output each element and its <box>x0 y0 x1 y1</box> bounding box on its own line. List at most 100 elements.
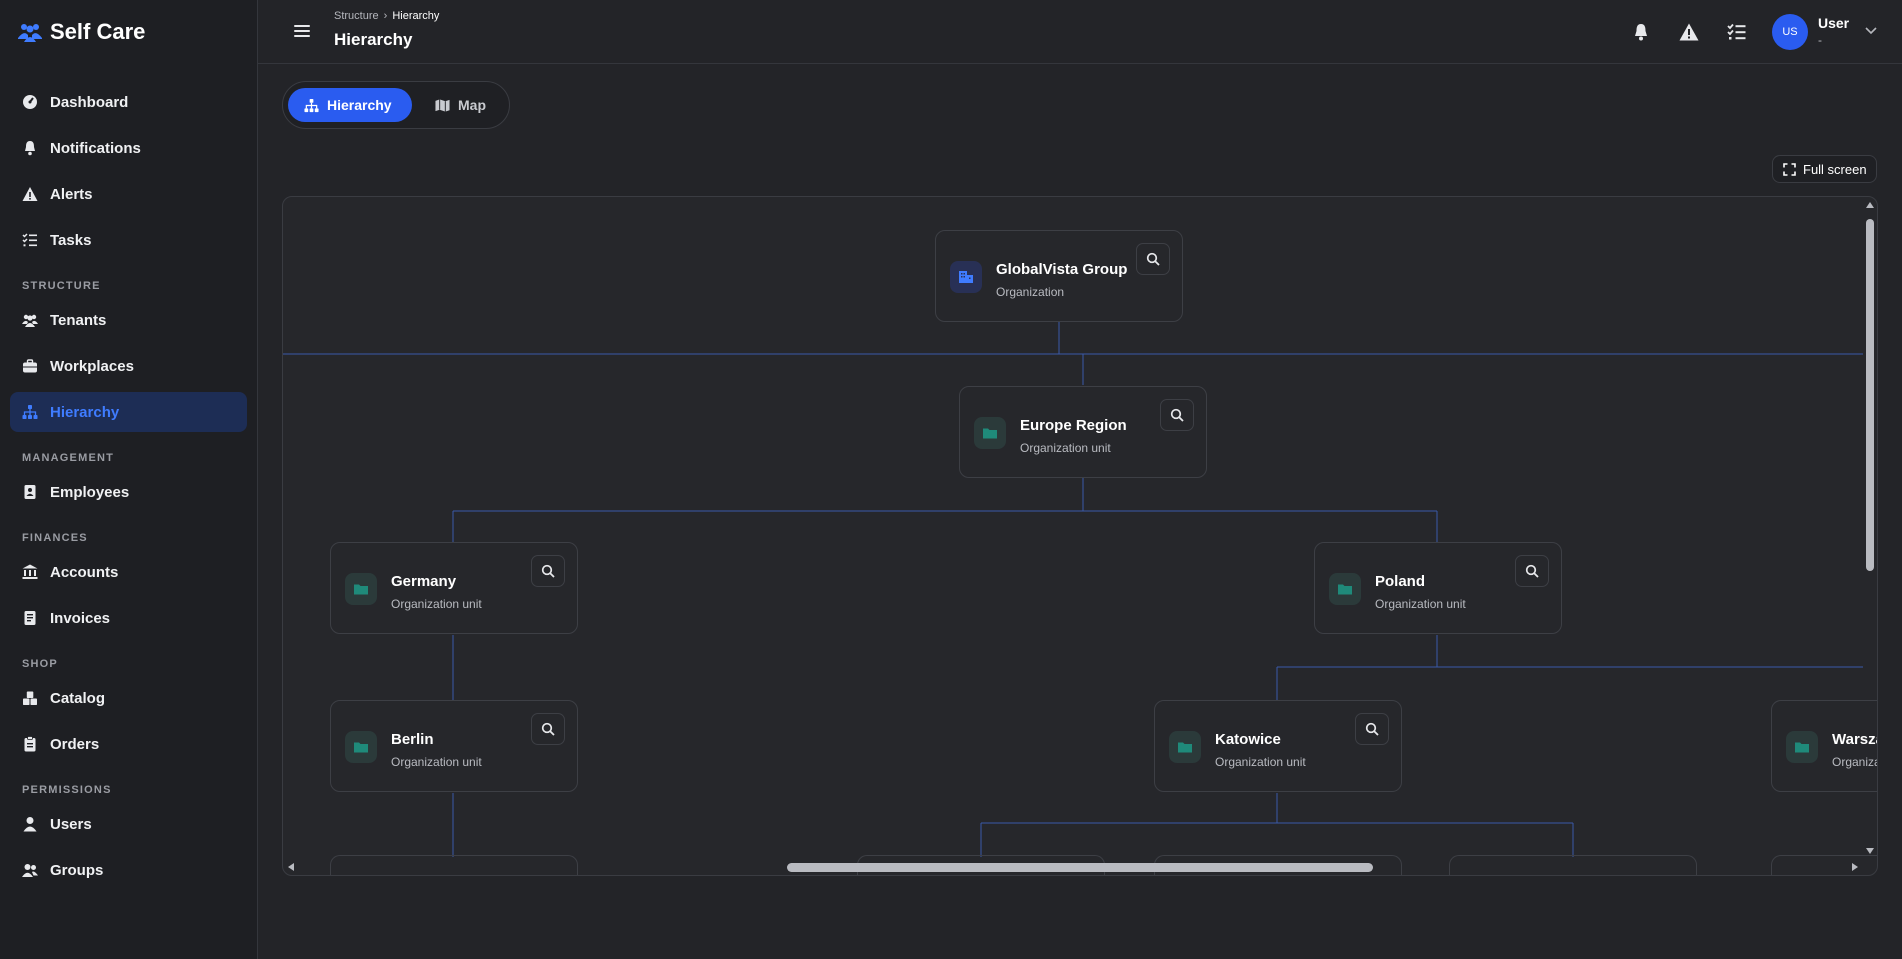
bell-icon[interactable] <box>1631 22 1651 42</box>
sidebar-item-invoices[interactable]: Invoices <box>10 598 247 638</box>
sidebar-item-hierarchy[interactable]: Hierarchy <box>10 392 247 432</box>
search-icon <box>1170 408 1184 422</box>
breadcrumb: Structure › Hierarchy <box>334 10 439 22</box>
section-title-finances: FINANCES <box>22 532 88 544</box>
section-title-permissions: PERMISSIONS <box>22 784 112 796</box>
search-icon <box>1365 722 1379 736</box>
sidebar-item-label: Users <box>50 815 92 833</box>
sidebar-item-dashboard[interactable]: Dashboard <box>10 82 247 122</box>
user-subtitle: - <box>1818 33 1822 47</box>
node-icon <box>974 417 1006 449</box>
sidebar-item-workplaces[interactable]: Workplaces <box>10 346 247 386</box>
tree-node-unit[interactable]: Germany Organization unit <box>330 542 578 634</box>
map-view-button[interactable]: Map <box>419 88 502 122</box>
sidebar-item-label: Alerts <box>50 185 93 203</box>
vertical-scroll-thumb[interactable] <box>1866 219 1874 571</box>
search-icon <box>541 564 555 578</box>
node-type: Organization unit <box>391 755 482 769</box>
people-logo-icon <box>18 24 42 42</box>
sidebar-item-label: Workplaces <box>50 357 134 375</box>
warning-icon <box>22 187 38 201</box>
clipboard-icon <box>24 736 36 752</box>
hamburger-menu-icon[interactable] <box>292 22 312 40</box>
toggle-label: Hierarchy <box>327 97 392 113</box>
view-toggle: Hierarchy Map <box>282 81 510 129</box>
tree-node-unit[interactable]: Poland Organization unit <box>1314 542 1562 634</box>
users-icon <box>22 314 38 327</box>
folder-icon <box>1338 584 1352 595</box>
sidebar-item-label: Employees <box>50 483 130 501</box>
group-icon <box>22 864 38 877</box>
node-type: Organization unit <box>1215 755 1306 769</box>
node-title: Europe Region <box>1020 417 1127 434</box>
sidebar-item-catalog[interactable]: Catalog <box>10 678 247 718</box>
scroll-right-arrow-icon[interactable] <box>1851 862 1859 872</box>
node-search-button[interactable] <box>1515 555 1549 587</box>
node-search-button[interactable] <box>1136 243 1170 275</box>
node-search-button[interactable] <box>1160 399 1194 431</box>
folder-icon <box>354 742 368 753</box>
node-icon <box>950 261 982 293</box>
sidebar-item-label: Catalog <box>50 689 106 707</box>
node-search-button[interactable] <box>1355 713 1389 745</box>
fullscreen-button[interactable]: Full screen <box>1772 155 1877 183</box>
scroll-up-arrow-icon[interactable] <box>1865 201 1875 209</box>
sidebar-item-label: Orders <box>50 735 100 753</box>
sidebar-item-groups[interactable]: Groups <box>10 850 247 890</box>
tree-node-unit[interactable]: Berlin Organization unit <box>330 700 578 792</box>
sidebar-item-alerts[interactable]: Alerts <box>10 174 247 214</box>
id-card-icon <box>24 485 36 499</box>
sidebar-item-label: Invoices <box>50 609 111 627</box>
tree-node-partial[interactable] <box>1449 855 1697 875</box>
node-icon <box>1329 573 1361 605</box>
sidebar-item-notifications[interactable]: Notifications <box>10 128 247 168</box>
chevron-down-icon[interactable] <box>1864 26 1878 36</box>
node-search-button[interactable] <box>531 555 565 587</box>
sidebar-item-label: Dashboard <box>50 93 129 111</box>
tree-node-partial[interactable] <box>330 855 578 875</box>
hierarchy-icon <box>304 98 319 112</box>
invoice-icon <box>24 611 36 625</box>
folder-icon <box>1178 742 1192 753</box>
user-name[interactable]: User <box>1818 15 1849 31</box>
sidebar-item-users[interactable]: Users <box>10 804 247 844</box>
user-icon <box>23 817 37 832</box>
node-search-button[interactable] <box>531 713 565 745</box>
sidebar-item-tasks[interactable]: Tasks <box>10 220 247 260</box>
node-title: Berlin <box>391 731 434 748</box>
folder-icon <box>354 584 368 595</box>
tree-node-partial[interactable] <box>1771 855 1877 875</box>
sidebar-item-tenants[interactable]: Tenants <box>10 300 247 340</box>
sidebar-item-label: Tenants <box>50 311 107 329</box>
map-icon <box>435 98 450 112</box>
breadcrumb-item-structure[interactable]: Structure <box>334 10 379 22</box>
tree-node-unit[interactable]: Warszawa Organization unit <box>1771 700 1877 792</box>
tree-node-organization[interactable]: GlobalVista Group Organization <box>935 230 1183 322</box>
tree-node-unit[interactable]: Katowice Organization unit <box>1154 700 1402 792</box>
search-icon <box>1525 564 1539 578</box>
horizontal-scroll-thumb[interactable] <box>787 863 1373 872</box>
node-type: Organization <box>996 285 1065 299</box>
chevron-right-icon: › <box>383 10 388 22</box>
brand[interactable]: Self Care <box>0 0 257 64</box>
sidebar-item-accounts[interactable]: Accounts <box>10 552 247 592</box>
vertical-scrollbar[interactable] <box>1863 197 1877 875</box>
node-type: Organization unit <box>391 597 482 611</box>
folder-icon <box>1795 742 1809 753</box>
tasks-icon[interactable] <box>1727 22 1747 42</box>
scroll-left-arrow-icon[interactable] <box>287 862 295 872</box>
scroll-down-arrow-icon[interactable] <box>1865 847 1875 855</box>
bell-icon <box>25 141 35 156</box>
hierarchy-canvas[interactable]: GlobalVista Group Organization Europe Re… <box>282 196 1878 876</box>
hierarchy-view-button[interactable]: Hierarchy <box>288 88 412 122</box>
avatar[interactable]: US <box>1772 14 1808 50</box>
node-icon <box>345 731 377 763</box>
page-title: Hierarchy <box>334 30 413 49</box>
sidebar-item-label: Accounts <box>50 563 119 581</box>
sidebar-item-orders[interactable]: Orders <box>10 724 247 764</box>
warning-icon[interactable] <box>1679 22 1699 42</box>
section-title-structure: STRUCTURE <box>22 280 101 292</box>
tree-node-unit[interactable]: Europe Region Organization unit <box>959 386 1207 478</box>
briefcase-icon <box>23 359 37 373</box>
sidebar-item-employees[interactable]: Employees <box>10 472 247 512</box>
